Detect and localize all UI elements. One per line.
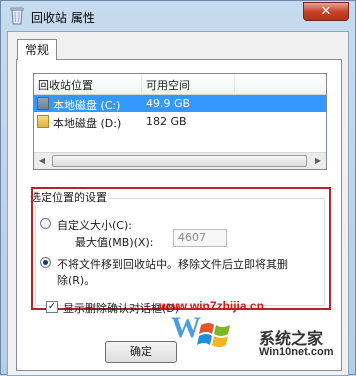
windows-logo-icon (197, 323, 230, 347)
scroll-left-icon[interactable]: ◀ (34, 153, 50, 169)
settings-group (35, 198, 325, 306)
max-size-input[interactable]: 4607 (173, 229, 227, 247)
no-move-label-continued[interactable]: 除(R)。 (57, 272, 95, 288)
no-move-radio[interactable] (40, 257, 51, 268)
column-separator[interactable] (234, 74, 235, 94)
watermark-brand-url: Win10net.com (259, 346, 334, 358)
close-icon: ✕ (320, 4, 332, 19)
drive-free-space: 49.9 GB (146, 97, 191, 110)
system-drive-icon (37, 97, 49, 110)
drive-name: 本地磁盘 (D:) (53, 117, 122, 130)
custom-size-label[interactable]: 自定义大小(C): (57, 217, 132, 233)
window-title: 回收站 属性 (31, 11, 95, 25)
drive-icon (37, 115, 49, 128)
location-list[interactable]: 回收站位置 可用空间 本地磁盘 (C:) 49.9 GB 本地磁盘 (D:) 1… (33, 73, 327, 170)
recycle-bin-icon (10, 7, 24, 25)
max-size-label: 最大值(MB)(X): (75, 236, 154, 249)
list-item[interactable]: 本地磁盘 (C:) 49.9 GB (34, 95, 326, 112)
custom-size-radio[interactable] (40, 218, 51, 229)
scrollbar-thumb[interactable] (52, 155, 307, 167)
settings-group-label: 选定位置的设置 (28, 189, 109, 205)
column-separator[interactable] (141, 74, 142, 94)
scroll-right-icon[interactable]: ▶ (310, 153, 326, 169)
radio-selected-dot (43, 260, 48, 265)
drive-name: 本地磁盘 (C:) (53, 99, 121, 112)
close-button[interactable]: ✕ (303, 2, 349, 21)
ok-button[interactable]: 确定 (105, 341, 177, 363)
column-header-free-space[interactable]: 可用空间 (146, 77, 190, 93)
properties-window: 回收站 属性 ✕ 常规 回收站位置 可用空间 本地磁盘 (C:) 49.9 GB (0, 0, 356, 376)
list-item[interactable]: 本地磁盘 (D:) 182 GB (34, 113, 326, 130)
confirm-delete-checkbox[interactable]: ✓ (46, 301, 58, 313)
column-header-location[interactable]: 回收站位置 (38, 77, 93, 93)
tab-general[interactable]: 常规 (17, 39, 57, 60)
horizontal-scrollbar[interactable]: ◀ ▶ (34, 152, 326, 169)
no-move-label[interactable]: 不将文件移到回收站中。移除文件后立即将其删 (57, 256, 288, 272)
drive-free-space: 182 GB (146, 115, 187, 128)
list-header: 回收站位置 可用空间 (34, 74, 326, 95)
